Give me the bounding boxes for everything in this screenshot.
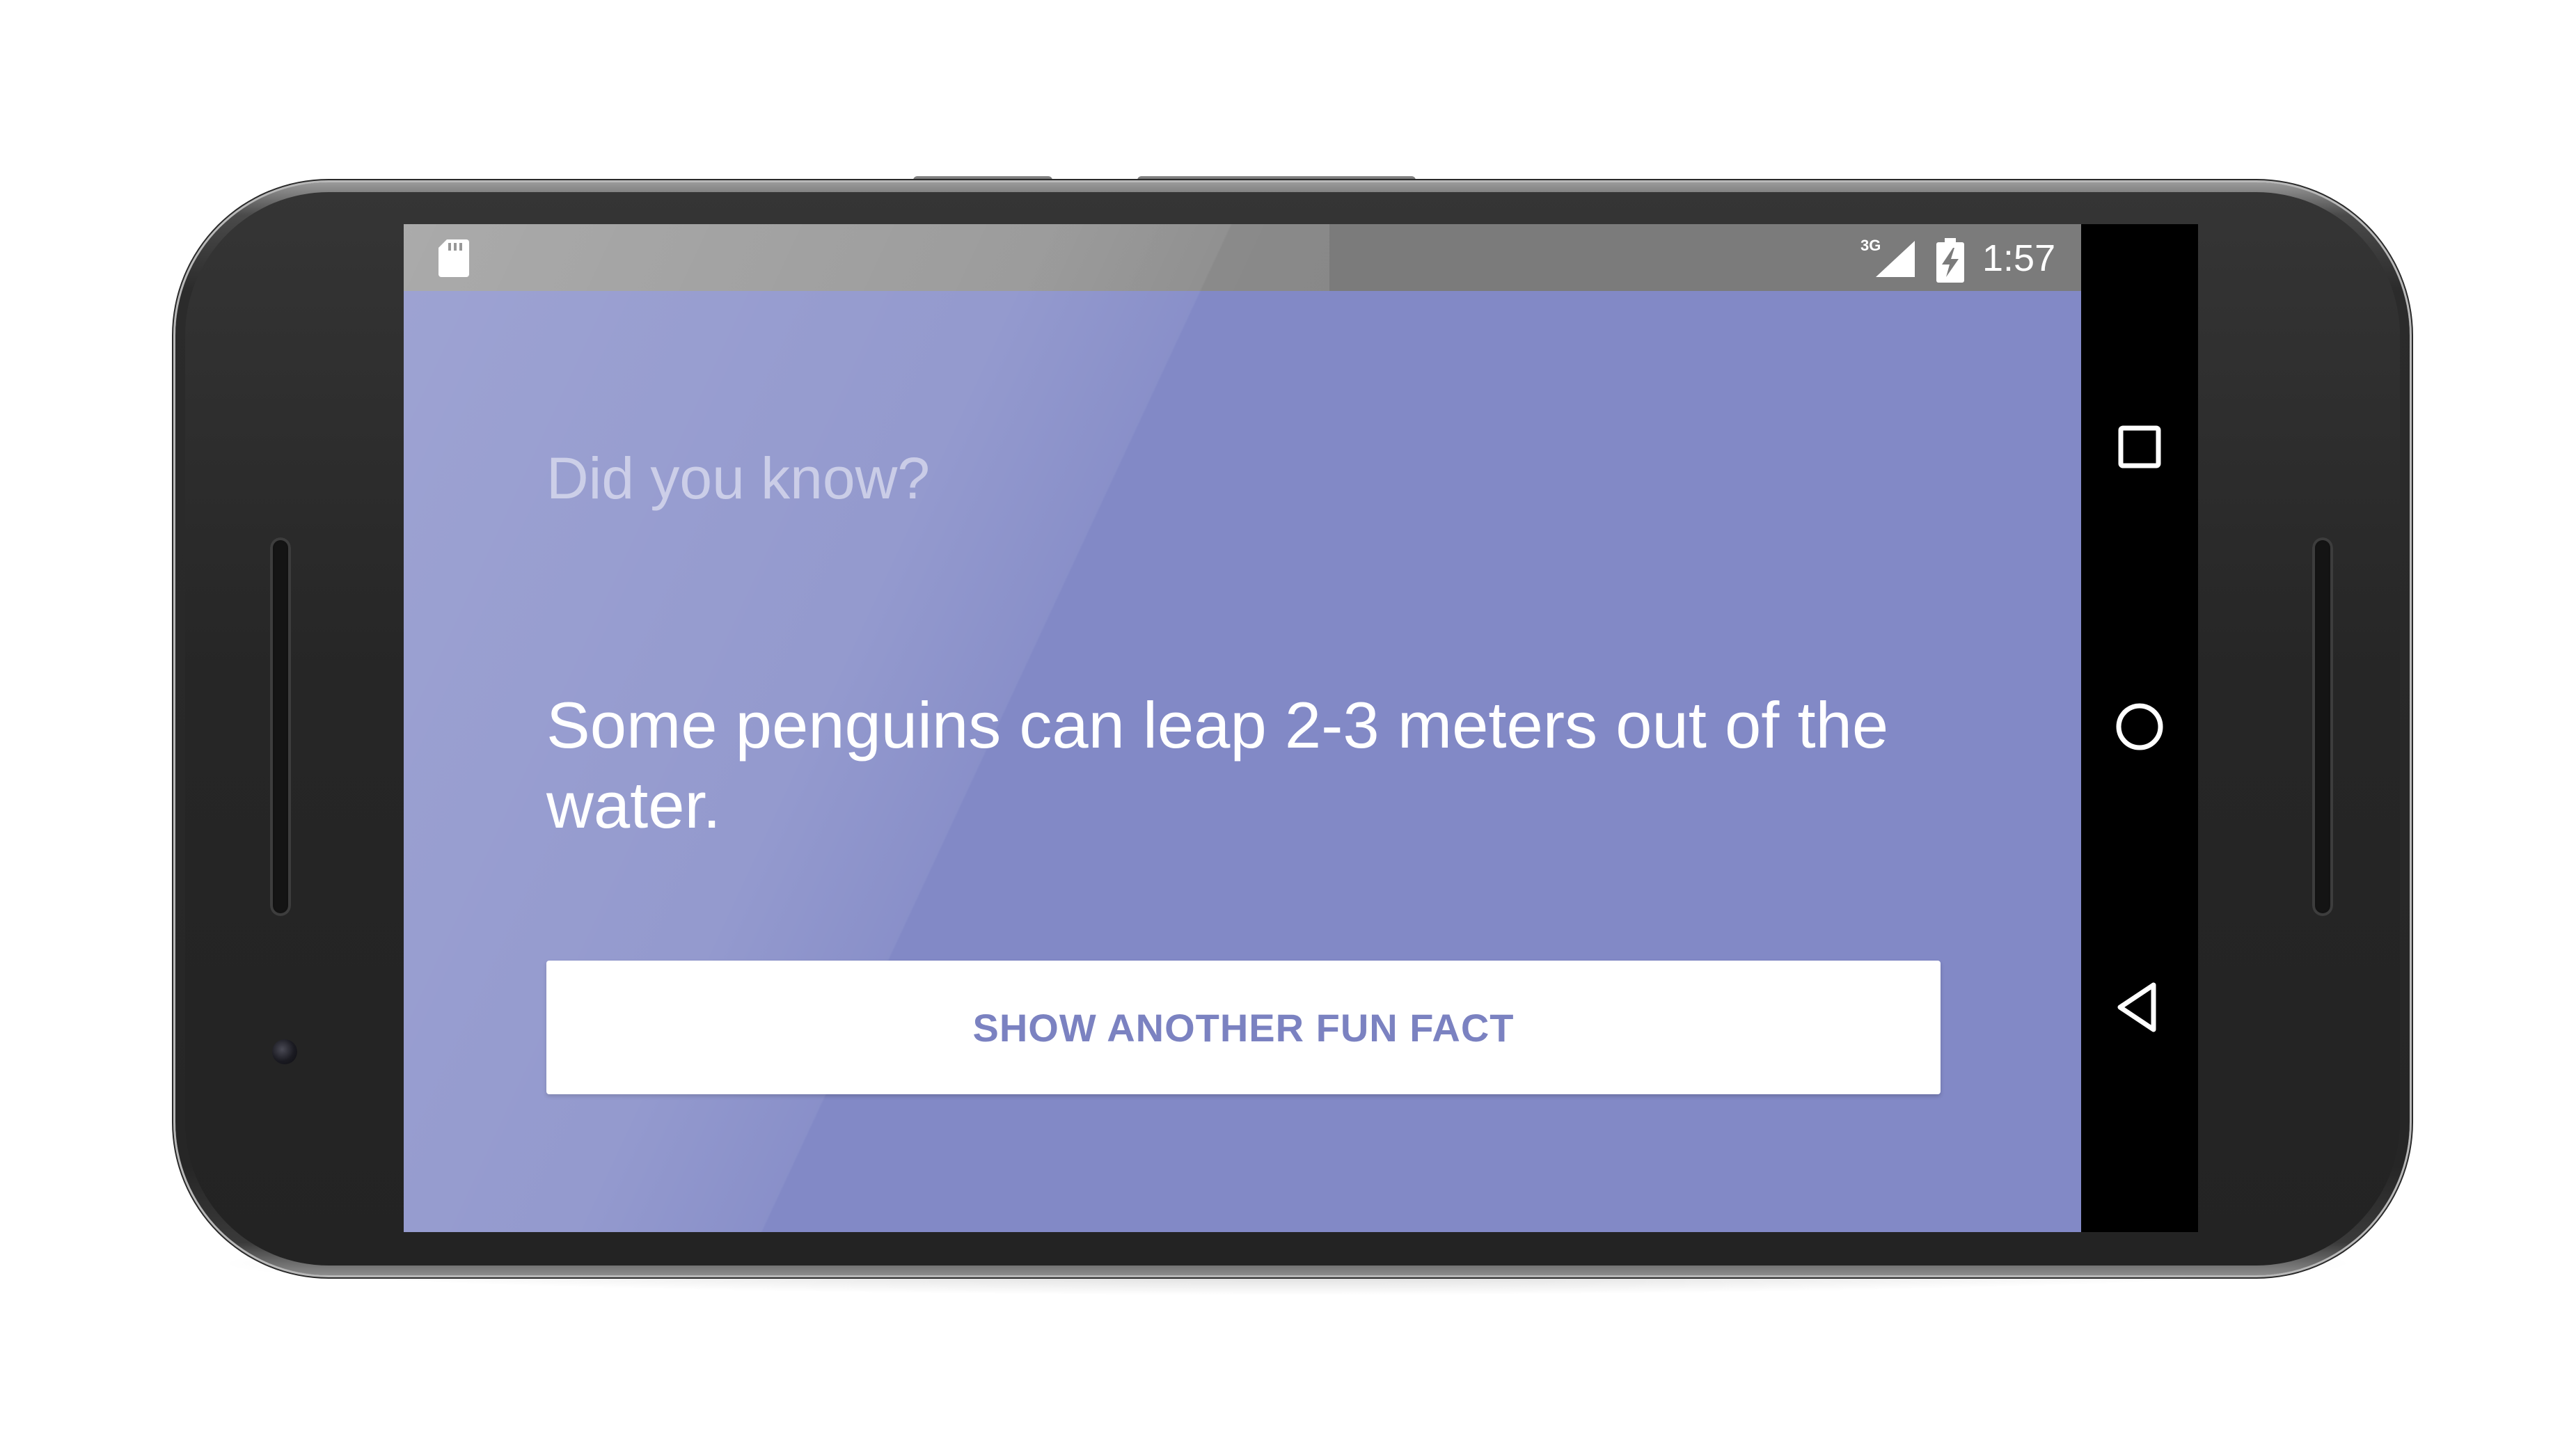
back-triangle-icon[interactable] [2105, 972, 2174, 1042]
did-you-know-label: Did you know? [546, 445, 930, 511]
navigation-bar [2081, 224, 2198, 1232]
cell-signal-icon: 3G [1860, 237, 1915, 277]
status-bar: 3G 1:57 [404, 224, 2081, 291]
front-speaker-left [270, 537, 291, 916]
status-time: 1:57 [1982, 237, 2056, 279]
app-screen: 3G 1:57 Did you know? Some penguins can … [404, 224, 2081, 1232]
front-camera [272, 1039, 297, 1064]
show-another-fun-fact-button[interactable]: SHOW ANOTHER FUN FACT [546, 961, 1941, 1094]
front-speaker-right [2312, 537, 2333, 916]
device-mockup: 3G 1:57 Did you know? Some penguins can … [0, 0, 2576, 1443]
recents-square-icon[interactable] [2105, 412, 2174, 482]
network-type-label: 3G [1860, 237, 1881, 254]
fun-fact-text: Some penguins can leap 2-3 meters out of… [546, 688, 1889, 842]
battery-charging-icon [1936, 238, 1964, 283]
sd-card-icon [438, 239, 469, 277]
home-circle-icon[interactable] [2105, 692, 2174, 762]
